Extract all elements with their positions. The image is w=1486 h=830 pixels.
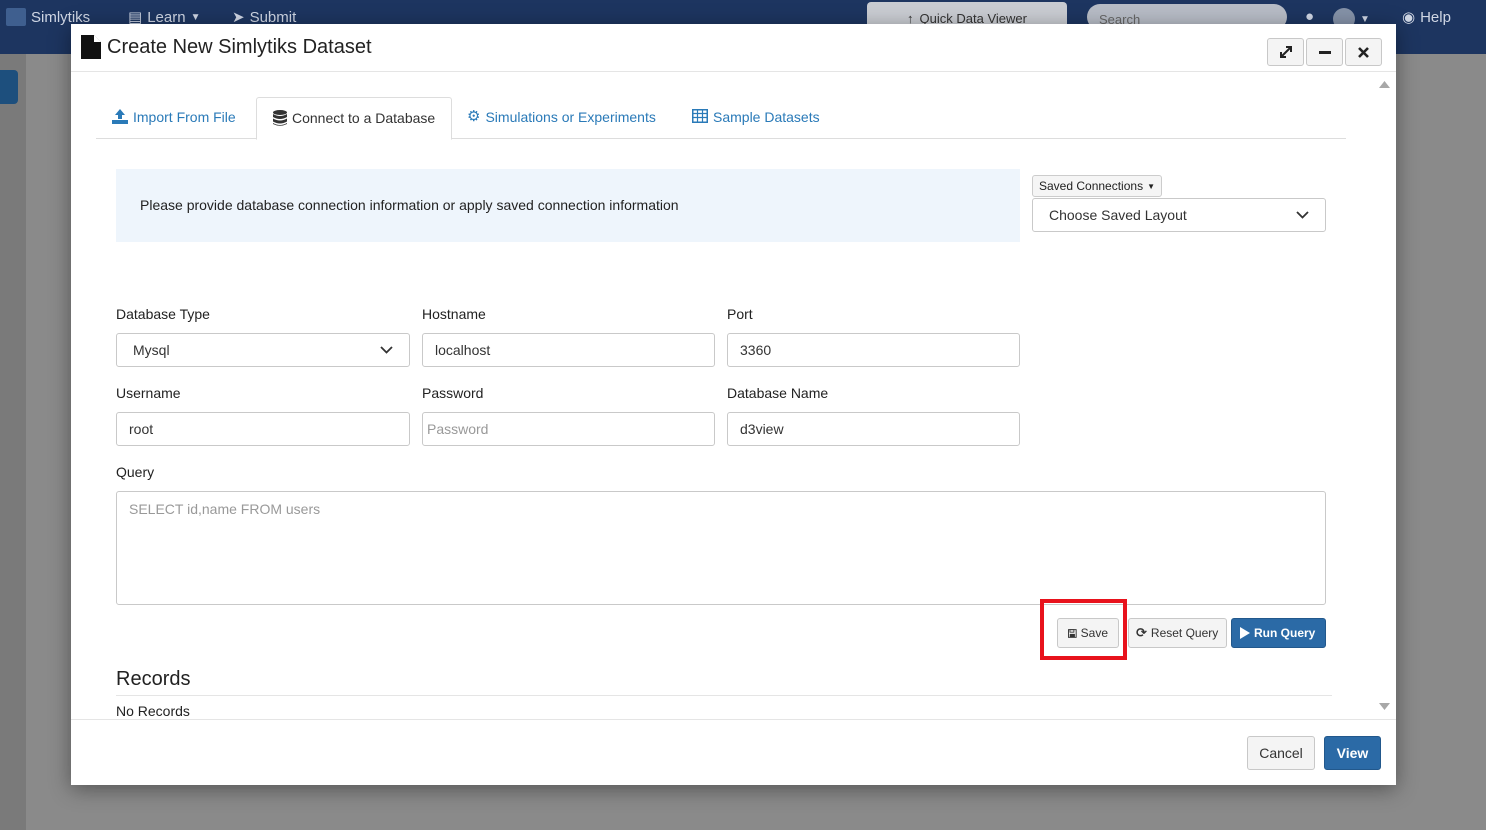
nav-submit-label: Submit — [249, 8, 297, 26]
database-type-select[interactable]: Mysql — [116, 333, 410, 367]
database-type-value: Mysql — [133, 342, 170, 358]
scroll-down-arrow-icon[interactable] — [1379, 703, 1390, 710]
cancel-button[interactable]: Cancel — [1247, 736, 1315, 770]
expand-button[interactable] — [1267, 38, 1304, 66]
connection-info-alert: Please provide database connection infor… — [116, 169, 1020, 242]
scroll-up-arrow-icon[interactable] — [1379, 81, 1390, 88]
saved-layout-select[interactable]: Choose Saved Layout — [1032, 198, 1326, 232]
modal-title-text: Create New Simlytiks Dataset — [107, 35, 372, 58]
port-label: Port — [727, 306, 753, 322]
tab-import-from-file[interactable]: Import From File — [96, 97, 252, 139]
chevron-down-icon: ▼ — [1360, 13, 1370, 25]
nav-help[interactable]: ◉ Help — [1402, 8, 1451, 27]
play-icon — [1240, 627, 1250, 639]
background-sidebar — [0, 54, 26, 830]
save-button-label: Save — [1080, 626, 1108, 640]
modal-header: Create New Simlytiks Dataset — [71, 24, 1396, 72]
query-textarea[interactable] — [116, 491, 1326, 605]
tab-connect-to-database[interactable]: Connect to a Database — [256, 97, 453, 140]
view-button-label: View — [1336, 745, 1369, 761]
dataset-source-tabs: Import From File Connect to a Database ⚙… — [96, 97, 1346, 140]
hostname-field[interactable] — [422, 333, 715, 367]
cancel-button-label: Cancel — [1259, 745, 1303, 761]
records-empty-text: No Records — [116, 703, 190, 719]
reset-query-button[interactable]: ⟳ Reset Query — [1128, 618, 1227, 648]
database-icon — [273, 110, 287, 126]
database-name-field[interactable] — [727, 412, 1020, 446]
refresh-icon: ⟳ — [1136, 625, 1147, 640]
modal-title: Create New Simlytiks Dataset — [81, 35, 372, 59]
tab-simulations-or-experiments-label: Simulations or Experiments — [485, 109, 656, 125]
file-icon — [81, 35, 101, 59]
notifications-bell-icon[interactable]: ● — [1305, 8, 1314, 25]
reset-query-button-label: Reset Query — [1150, 626, 1219, 640]
floppy-disk-icon — [1068, 628, 1077, 638]
nav-learn-label: Learn — [147, 8, 186, 26]
minus-icon — [1318, 51, 1331, 54]
chevron-down-icon — [380, 346, 393, 354]
hostname-label: Hostname — [422, 306, 486, 322]
records-heading: Records — [116, 668, 191, 690]
tab-sample-datasets[interactable]: Sample Datasets — [676, 97, 836, 139]
close-icon — [1358, 46, 1369, 58]
run-query-button-label: Run Query — [1254, 626, 1316, 640]
view-button[interactable]: View — [1324, 736, 1381, 770]
minimize-button[interactable] — [1306, 38, 1343, 66]
tab-import-from-file-label: Import From File — [133, 109, 236, 125]
modal-scrollbar[interactable] — [1372, 73, 1396, 720]
chevron-down-icon — [1296, 211, 1309, 219]
tab-sample-datasets-label: Sample Datasets — [713, 109, 820, 125]
saved-connections-dropdown[interactable]: Saved Connections ▼ — [1032, 175, 1162, 197]
database-type-label: Database Type — [116, 306, 210, 322]
password-label: Password — [422, 385, 484, 401]
port-field[interactable] — [727, 333, 1020, 367]
brand-name: Simlytiks — [31, 8, 91, 26]
chart-logo-icon — [6, 8, 26, 26]
database-name-label: Database Name — [727, 385, 829, 401]
close-button[interactable] — [1345, 38, 1382, 66]
connection-info-text: Please provide database connection infor… — [140, 197, 679, 213]
tab-connect-to-database-label: Connect to a Database — [292, 110, 436, 126]
table-icon — [692, 109, 708, 123]
modal-body: Import From File Connect to a Database ⚙… — [71, 73, 1396, 720]
save-button[interactable]: Save — [1057, 618, 1119, 648]
tab-simulations-or-experiments[interactable]: ⚙ Simulations or Experiments — [451, 97, 672, 139]
expand-icon — [1279, 46, 1292, 58]
username-field[interactable] — [116, 412, 410, 446]
password-field[interactable] — [422, 412, 715, 446]
caret-down-icon: ▼ — [190, 11, 201, 23]
saved-connections-label: Saved Connections — [1039, 179, 1144, 193]
run-query-button[interactable]: Run Query — [1231, 618, 1326, 648]
saved-layout-value: Choose Saved Layout — [1049, 207, 1187, 223]
create-dataset-modal: Create New Simlytiks Dataset Import From… — [71, 24, 1396, 785]
lifebuoy-icon: ◉ — [1402, 9, 1416, 26]
query-label: Query — [116, 464, 155, 480]
username-label: Username — [116, 385, 181, 401]
records-divider — [116, 695, 1332, 696]
caret-down-icon: ▼ — [1147, 181, 1155, 191]
nav-help-label: Help — [1420, 8, 1451, 26]
background-button — [0, 70, 18, 104]
upload-icon — [112, 109, 128, 124]
gear-icon: ⚙ — [467, 108, 481, 125]
